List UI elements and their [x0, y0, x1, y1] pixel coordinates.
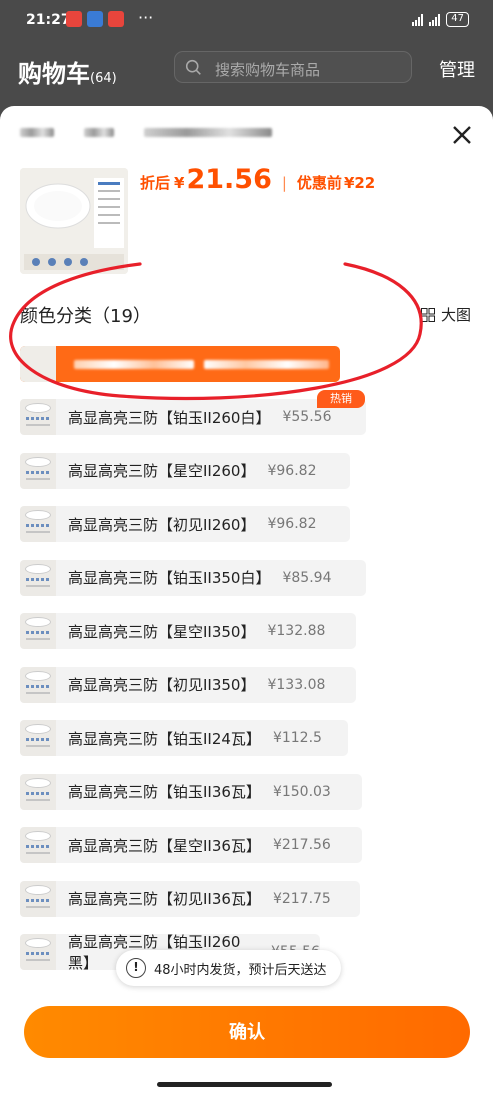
search-placeholder: 搜索购物车商品 [215, 61, 321, 79]
cart-count: (64) [90, 71, 117, 86]
option-price: ¥217.56 [272, 837, 331, 853]
option-thumbnail [20, 613, 56, 649]
option-price: ¥112.5 [272, 730, 322, 746]
app-notification-icon [66, 11, 82, 27]
confirm-button[interactable]: 确认 [24, 1006, 470, 1058]
price-separator: | [281, 174, 287, 192]
sku-selector-sheet: 折后 ¥ 21.56 | 优惠前 ¥22 颜色分类（19） 大图 高显高亮三防【… [0, 106, 493, 1096]
status-bar: 21:27 ··· 47 [0, 0, 493, 42]
shipping-notice: ! 48小时内发货，预计后天送达 [116, 950, 341, 986]
redacted-text [74, 360, 194, 369]
more-notifications-icon: ··· [138, 8, 154, 27]
option-item[interactable]: 高显高亮三防【初见II350】 ¥133.08 [20, 666, 356, 703]
option-price: ¥150.03 [272, 783, 331, 800]
hd-signal-icon-2 [429, 13, 441, 26]
option-item[interactable]: 高显高亮三防【铂玉II24瓦】 ¥112.5 [20, 720, 348, 756]
app-notification-icon [87, 11, 103, 27]
option-name: 高显高亮三防【铂玉II24瓦】 [68, 729, 261, 748]
red-circle-annotation [9, 262, 423, 401]
option-price: ¥132.88 [267, 623, 326, 639]
option-item[interactable]: 高显高亮三防【星空II36瓦】 ¥217.56 [20, 827, 362, 863]
option-item[interactable]: 高显高亮三防【初见II36瓦】 ¥217.75 [20, 880, 360, 917]
option-name: 高显高亮三防【铂玉II36瓦】 [68, 783, 261, 801]
notice-text: 48小时内发货，预计后天送达 [154, 962, 327, 978]
option-name: 高显高亮三防【初见II260】 [68, 515, 256, 534]
search-icon [185, 59, 201, 75]
redacted-text [84, 128, 114, 137]
cart-search-input[interactable]: 搜索购物车商品 [174, 51, 412, 83]
option-name: 高显高亮三防【初见II36瓦】 [68, 890, 261, 908]
selected-option[interactable] [20, 346, 340, 382]
option-thumbnail [20, 666, 56, 703]
option-name: 高显高亮三防【铂玉II260白】 [68, 408, 271, 427]
status-right: 47 [412, 12, 469, 27]
manage-button[interactable]: 管理 [439, 56, 475, 82]
option-thumbnail [20, 827, 56, 863]
option-item[interactable]: 高显高亮三防【铂玉II350白】 ¥85.94 [20, 559, 366, 596]
status-time: 21:27 [26, 12, 71, 28]
info-icon: ! [126, 958, 146, 978]
big-view-toggle[interactable]: 大图 [420, 304, 471, 325]
discount-price: 21.56 [186, 164, 272, 195]
option-price: ¥85.94 [282, 569, 332, 586]
redacted-header [20, 128, 272, 137]
price-summary: 折后 ¥ 21.56 | 优惠前 ¥22 [140, 164, 375, 195]
option-name: 高显高亮三防【初见II350】 [68, 676, 256, 694]
app-notification-icon [108, 11, 124, 27]
original-label: 优惠前 [296, 174, 342, 192]
product-image[interactable] [20, 168, 128, 274]
redacted-text [144, 128, 272, 137]
option-price: ¥96.82 [267, 516, 317, 532]
option-thumbnail [20, 720, 56, 756]
option-price: ¥55.56 [282, 409, 332, 425]
cart-title-text: 购物车 [18, 60, 90, 88]
option-item[interactable]: 高显高亮三防【星空II350】 ¥132.88 [20, 613, 356, 649]
option-item[interactable]: 高显高亮三防【星空II260】 ¥96.82 [20, 452, 350, 489]
option-thumbnail [20, 880, 56, 917]
notification-icons [66, 11, 124, 27]
option-name: 高显高亮三防【铂玉II350白】 [68, 569, 271, 587]
section-title: 颜色分类（19） [20, 306, 151, 327]
option-thumbnail [20, 346, 56, 382]
redacted-text [20, 128, 54, 137]
home-indicator [157, 1082, 332, 1087]
grid-icon [420, 307, 435, 322]
original-price: ¥22 [343, 174, 376, 192]
hd-signal-icon [412, 13, 424, 26]
discount-label: 折后 [140, 174, 171, 192]
option-thumbnail [20, 773, 56, 810]
option-thumbnail [20, 399, 56, 435]
option-thumbnail [20, 934, 56, 970]
big-view-label: 大图 [440, 306, 471, 324]
cart-title: 购物车(64) [18, 54, 117, 89]
option-name: 高显高亮三防【星空II260】 [68, 462, 256, 480]
option-name: 高显高亮三防【星空II36瓦】 [68, 836, 261, 855]
option-thumbnail [20, 506, 56, 542]
option-price: ¥217.75 [272, 890, 331, 907]
cart-header: 购物车(64) 搜索购物车商品 管理 [0, 42, 493, 102]
option-name: 高显高亮三防【星空II350】 [68, 622, 256, 641]
option-item[interactable]: 高显高亮三防【铂玉II36瓦】 ¥150.03 [20, 773, 362, 810]
currency-symbol: ¥ [174, 174, 185, 192]
redacted-text [204, 360, 329, 369]
option-thumbnail [20, 559, 56, 596]
option-thumbnail [20, 452, 56, 489]
option-price: ¥133.08 [267, 676, 326, 693]
battery-icon: 47 [446, 12, 469, 27]
option-price: ¥96.82 [267, 462, 317, 479]
close-icon[interactable] [447, 120, 477, 150]
option-item[interactable]: 高显高亮三防【初见II260】 ¥96.82 [20, 506, 350, 542]
hot-badge: 热销 [317, 390, 365, 408]
option-item[interactable]: 高显高亮三防【铂玉II260白】 ¥55.56 [20, 399, 366, 435]
